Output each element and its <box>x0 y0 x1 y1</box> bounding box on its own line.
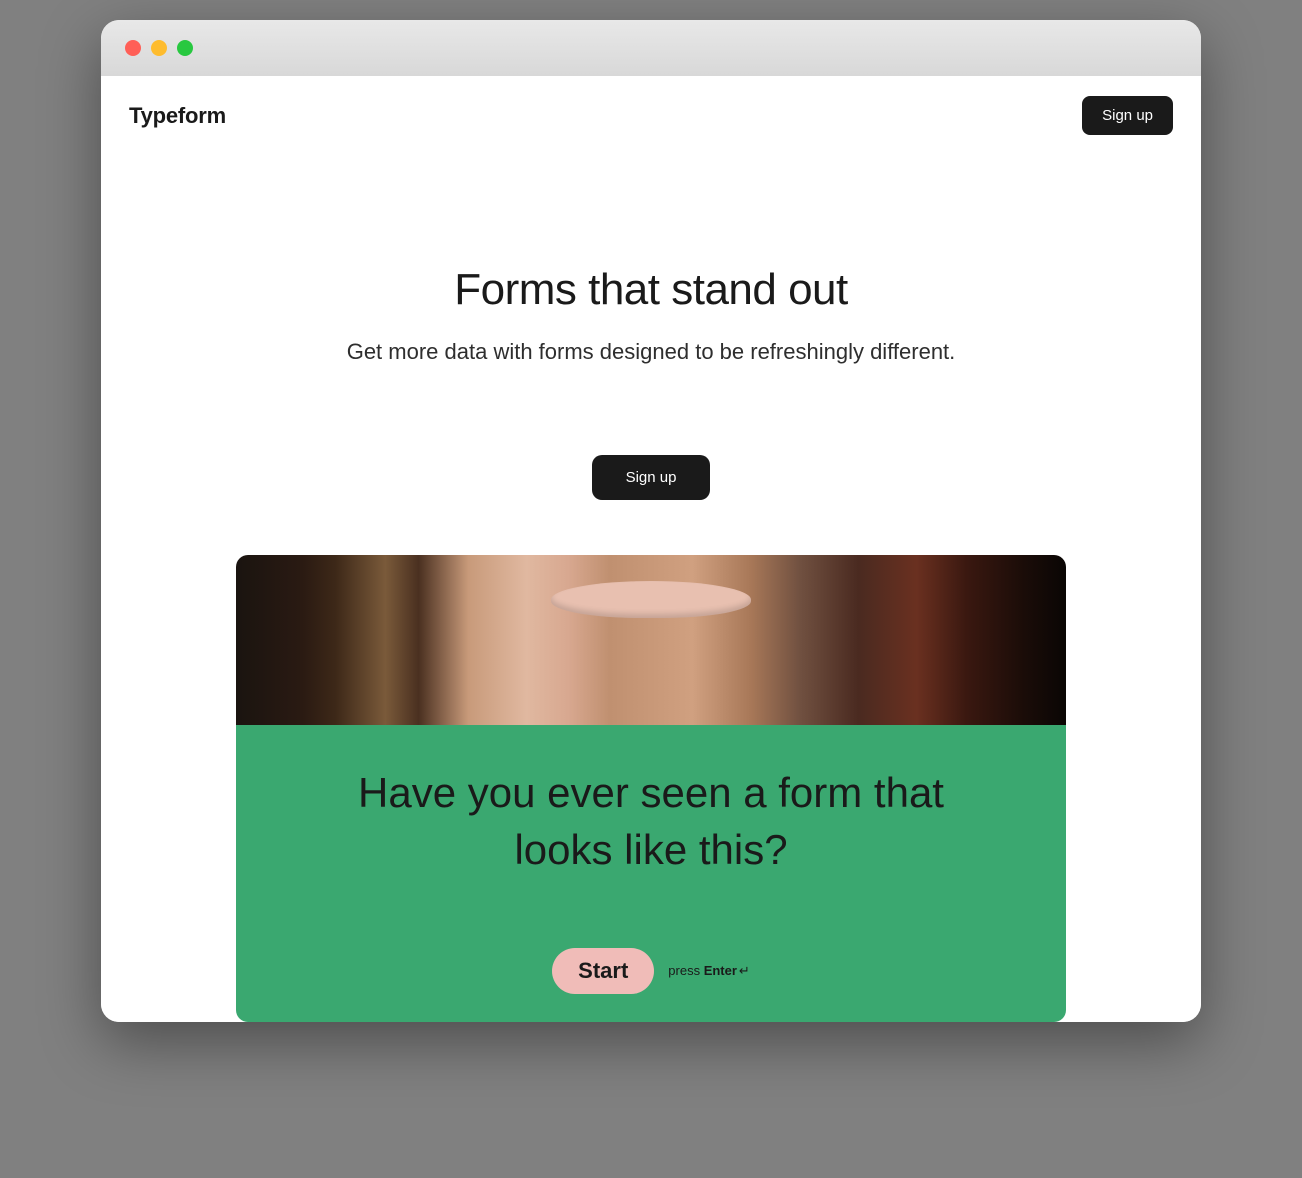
close-icon[interactable] <box>125 40 141 56</box>
minimize-icon[interactable] <box>151 40 167 56</box>
hero-signup-button[interactable]: Sign up <box>592 455 711 500</box>
form-preview-body: Have you ever seen a form that looks lik… <box>236 725 1066 1022</box>
hero-cta: Sign up <box>141 455 1161 500</box>
press-hint: press Enter↵ <box>668 963 750 979</box>
form-actions: Start press Enter↵ <box>334 948 968 994</box>
window-chrome <box>101 20 1201 76</box>
hero: Forms that stand out Get more data with … <box>101 155 1201 1022</box>
start-button[interactable]: Start <box>552 948 654 994</box>
hero-subtitle: Get more data with forms designed to be … <box>141 339 1161 365</box>
header: Typeform Sign up <box>101 76 1201 155</box>
enter-icon: ↵ <box>739 963 750 978</box>
hero-title: Forms that stand out <box>141 265 1161 315</box>
press-hint-key: Enter <box>704 963 737 978</box>
logo[interactable]: Typeform <box>129 103 226 129</box>
press-hint-prefix: press <box>668 963 703 978</box>
maximize-icon[interactable] <box>177 40 193 56</box>
form-preview-image <box>236 555 1066 725</box>
form-preview: Have you ever seen a form that looks lik… <box>236 555 1066 1022</box>
signup-button[interactable]: Sign up <box>1082 96 1173 135</box>
page-content: Typeform Sign up Forms that stand out Ge… <box>101 76 1201 1022</box>
browser-window: Typeform Sign up Forms that stand out Ge… <box>101 20 1201 1022</box>
form-question: Have you ever seen a form that looks lik… <box>334 765 968 878</box>
